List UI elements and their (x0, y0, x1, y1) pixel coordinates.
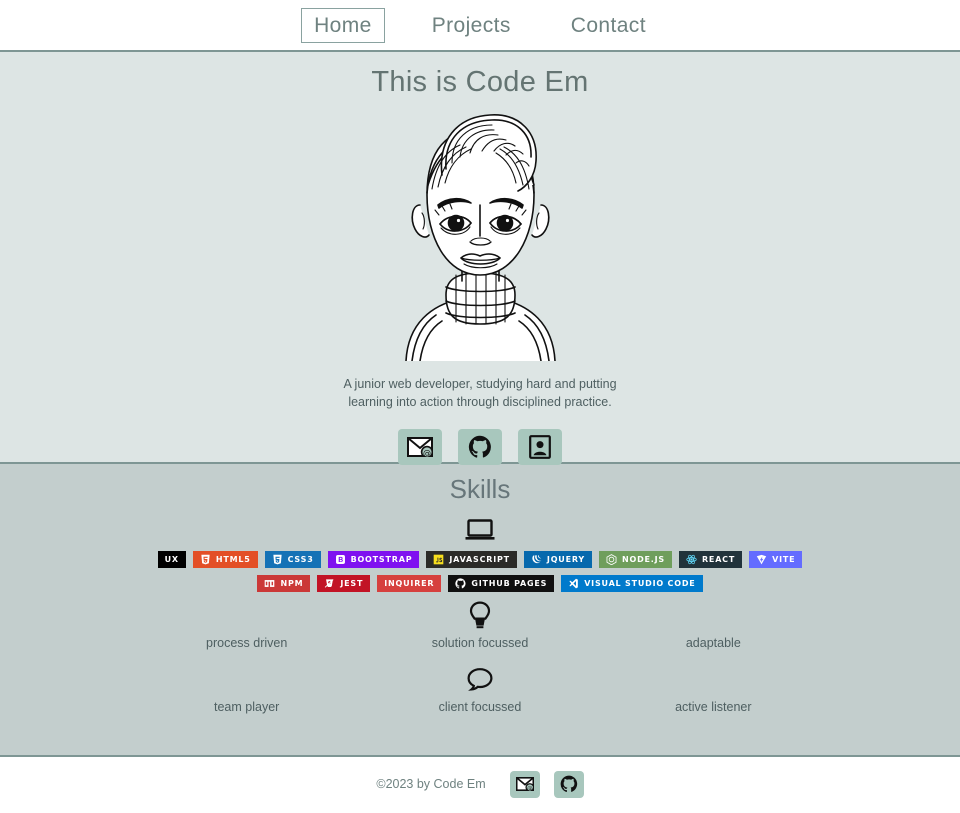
page-footer: ©2023 by Code Em @ (0, 757, 960, 811)
soft-skill-label: solution focussed (431, 636, 529, 650)
footer-email-button[interactable]: @ (509, 770, 540, 798)
skill-badges-row-2: NPM JEST INQUIRER GITHUB PAGES VISUAL STUDIO… (0, 575, 960, 592)
skill-badge-label: BOOTSTRAP (350, 555, 413, 564)
css3-shield-icon (272, 554, 283, 565)
github-icon (560, 775, 577, 792)
js-square-icon (434, 554, 444, 565)
email-icon: @ (515, 777, 534, 791)
skill-badge-label: VITE (772, 555, 796, 564)
soft-skill-label: process driven (206, 636, 288, 650)
jest-torch-icon (324, 578, 335, 589)
nav-item-contact[interactable]: Contact (558, 8, 659, 43)
skill-badge[interactable]: REACT (678, 551, 743, 568)
bio-text: A junior web developer, studying hard an… (270, 375, 690, 411)
hero-portfolio-button[interactable] (518, 429, 562, 465)
soft-skill-label: team player (214, 700, 280, 714)
react-atom-icon (686, 554, 697, 565)
skill-badge[interactable]: JEST (317, 575, 371, 592)
soft-skill-label: client focussed (438, 700, 522, 714)
skill-badge-label: CSS3 (287, 555, 314, 564)
js-square-icon (433, 554, 444, 565)
soft-skill-label: active listener (675, 700, 752, 714)
jquery-swirl-icon (532, 555, 542, 564)
skill-badge[interactable]: VITE (749, 551, 803, 568)
soft-skill-label: adaptable (685, 636, 741, 650)
main-navigation: Home Projects Contact (0, 0, 960, 52)
skill-badge-label: NODE.JS (621, 555, 665, 564)
skill-badge-label: NPM (280, 579, 304, 588)
skill-badges-row-1: UX HTML5 CSS3 BOOTSTRAP JAVASCRIPT JQUERY NODE… (0, 551, 960, 568)
skills-title: Skills (449, 474, 511, 504)
hero-email-button[interactable]: @ (398, 429, 442, 465)
vscode-fold-icon (569, 578, 579, 589)
nav-item-projects[interactable]: Projects (419, 8, 524, 43)
skill-badge[interactable]: BOOTSTRAP (327, 551, 420, 568)
vite-bolt-icon (756, 554, 767, 565)
skill-badge[interactable]: UX (157, 551, 186, 568)
hero-section: This is Code Em A junior web developer, … (0, 52, 960, 465)
hero-github-button[interactable] (458, 429, 502, 465)
npm-box-icon (264, 578, 275, 589)
jest-torch-icon (325, 579, 334, 588)
skill-badge-label: JAVASCRIPT (449, 555, 510, 564)
npm-box-icon (265, 580, 275, 587)
skill-badge[interactable]: INQUIRER (377, 575, 442, 592)
soft-skill-icon-slot (130, 600, 363, 630)
skill-badge[interactable]: CSS3 (264, 551, 321, 568)
soft-skill-icon-slot (597, 600, 830, 630)
portfolio-card-icon (529, 435, 551, 459)
github-mark-icon (455, 578, 466, 589)
html5-shield-icon (200, 554, 211, 565)
jquery-swirl-icon (531, 554, 542, 565)
avatar (398, 109, 563, 362)
skill-badge-label: INQUIRER (384, 579, 435, 588)
page-title: This is Code Em (371, 66, 589, 98)
skill-badge-label: REACT (701, 555, 736, 564)
soft-skill-icon-slot (130, 664, 363, 694)
skill-badge[interactable]: GITHUB PAGES (448, 575, 555, 592)
soft-skills-grid: process driven solution focussed adaptab… (130, 600, 830, 728)
skill-badge-label: JQUERY (546, 555, 585, 564)
nav-item-home[interactable]: Home (301, 7, 385, 43)
email-icon: @ (407, 437, 433, 457)
skill-badge[interactable]: NODE.JS (598, 551, 672, 568)
svg-text:@: @ (423, 448, 431, 457)
laptop-icon (465, 519, 495, 540)
github-icon (468, 435, 491, 458)
react-atom-icon (686, 554, 697, 565)
skill-badge[interactable]: JAVASCRIPT (426, 551, 517, 568)
skill-badge-label: VISUAL STUDIO CODE (584, 579, 696, 588)
vscode-fold-icon (568, 578, 579, 589)
soft-skill-icon-slot (597, 664, 830, 694)
footer-github-button[interactable] (553, 770, 584, 798)
soft-skill-icon-slot (363, 600, 596, 630)
skill-badge-label: JEST (340, 579, 364, 588)
github-mark-icon (455, 578, 466, 589)
node-hex-icon (606, 554, 617, 565)
svg-text:@: @ (527, 786, 533, 791)
copyright-text: ©2023 by Code Em (376, 777, 486, 791)
skill-badge[interactable]: HTML5 (192, 551, 258, 568)
skill-badge-label: HTML5 (215, 555, 251, 564)
bio-line-1: A junior web developer, studying hard an… (343, 377, 617, 391)
skills-section: Skills UX HTML5 CSS3 BOOTSTRAP JAVASCRIPT JQU… (0, 464, 960, 757)
node-hex-icon (606, 554, 617, 565)
html5-shield-icon (201, 554, 210, 565)
soft-skill-icon-slot (363, 664, 596, 694)
speech-bubble-icon (467, 668, 493, 691)
skill-badge[interactable]: JQUERY (523, 551, 592, 568)
skill-badge-label: GITHUB PAGES (471, 579, 548, 588)
hero-social-links: @ (0, 429, 960, 465)
vite-bolt-icon (756, 554, 767, 565)
lightbulb-icon (469, 601, 491, 629)
skill-badge-label: UX (164, 555, 179, 564)
bootstrap-b-icon (335, 554, 346, 565)
bio-line-2: learning into action through disciplined… (348, 395, 612, 409)
skill-badge[interactable]: VISUAL STUDIO CODE (561, 575, 703, 592)
skill-badge[interactable]: NPM (257, 575, 311, 592)
css3-shield-icon (272, 554, 282, 565)
bootstrap-b-icon (335, 555, 345, 564)
